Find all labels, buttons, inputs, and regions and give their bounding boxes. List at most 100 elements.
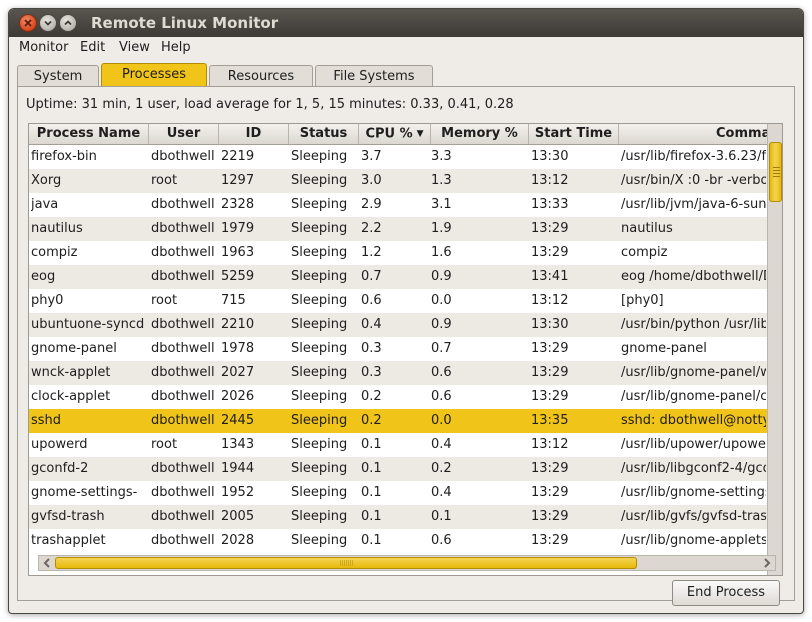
cell-process-name: sshd: [31, 413, 62, 428]
column-header-command[interactable]: Command: [619, 124, 769, 144]
column-header-user[interactable]: User: [149, 124, 219, 144]
table-row[interactable]: wnck-applet dbothwell 2027 Sleeping 0.3 0.6 13…: [29, 361, 767, 385]
table-row[interactable]: eog dbothwell 5259 Sleeping 0.7 0.9 13:41 eog /…: [29, 265, 767, 289]
cell-command: eog /home/dbothwell/D: [621, 269, 766, 284]
cell-status: Sleeping: [291, 461, 348, 476]
table-row[interactable]: upowerd root 1343 Sleeping 0.1 0.4 13:12/usr/l…: [29, 433, 767, 457]
cell-cpu: 0.1: [361, 437, 382, 452]
column-header-label: ID: [245, 126, 262, 141]
table-row[interactable]: compiz dbothwell 1963 Sleeping 1.2 1.6 13:29 co…: [29, 241, 767, 265]
cell-process-name: Xorg: [31, 173, 62, 188]
tab-system[interactable]: System: [17, 65, 99, 88]
cell-memory: 0.1: [431, 509, 452, 524]
end-process-button[interactable]: End Process: [672, 580, 780, 606]
cell-status: Sleeping: [291, 149, 348, 164]
minimize-window-button[interactable]: [39, 14, 57, 32]
menu-edit[interactable]: Edit: [80, 40, 105, 55]
cell-status: Sleeping: [291, 173, 348, 188]
table-row[interactable]: ubuntuone-syncd dbothwell 2210 Sleeping 0.4 0…: [29, 313, 767, 337]
table-header: Process Name User ID Status CPU % ▼ Memor…: [29, 124, 769, 145]
app-window: Remote Linux Monitor Monitor Edit View H…: [8, 8, 804, 614]
cell-cpu: 0.1: [361, 461, 382, 476]
column-header-label: User: [166, 126, 201, 141]
column-header-cpu[interactable]: CPU % ▼: [359, 124, 431, 144]
cell-cpu: 0.1: [361, 533, 382, 548]
cell-command: nautilus: [621, 221, 673, 236]
horizontal-scrollbar-thumb[interactable]: [55, 557, 637, 569]
cell-user: dbothwell: [151, 485, 215, 500]
cell-command: gnome-panel: [621, 341, 707, 356]
table-row[interactable]: phy0 root 715 Sleeping 0.6 0.0 13:12 [phy0]: [29, 289, 767, 313]
table-row[interactable]: trashapplet dbothwell 2028 Sleeping 0.1 0.6 13…: [29, 529, 767, 553]
column-header-status[interactable]: Status: [289, 124, 359, 144]
cell-start-time: 13:29: [531, 461, 569, 476]
cell-id: 5259: [221, 269, 255, 284]
cell-cpu: 0.1: [361, 509, 382, 524]
cell-process-name: trashapplet: [31, 533, 106, 548]
cell-id: 1343: [221, 437, 255, 452]
cell-process-name: clock-applet: [31, 389, 111, 404]
table-row[interactable]: gnome-settings-dbothwell 1952 Sleeping 0.1 0…: [29, 481, 767, 505]
scroll-right-icon[interactable]: [760, 556, 774, 570]
cell-user: dbothwell: [151, 509, 215, 524]
cell-start-time: 13:29: [531, 485, 569, 500]
column-header-label: Process Name: [36, 126, 141, 141]
cell-id: 1979: [221, 221, 255, 236]
maximize-window-button[interactable]: [59, 14, 77, 32]
vertical-scrollbar[interactable]: [767, 124, 782, 575]
cell-process-name: wnck-applet: [31, 365, 111, 380]
horizontal-scrollbar[interactable]: [38, 555, 776, 571]
scroll-left-icon[interactable]: [40, 556, 54, 570]
menu-monitor[interactable]: Monitor: [19, 40, 68, 55]
table-row[interactable]: firefox-bin dbothwell 2219 Sleeping 3.7 3.3 13…: [29, 145, 767, 169]
table-row[interactable]: nautilus dbothwell 1979 Sleeping 2.2 1.9 13:29…: [29, 217, 767, 241]
menu-bar: Monitor Edit View Help: [9, 37, 803, 59]
tab-processes[interactable]: Processes: [101, 63, 207, 88]
tab-file-systems[interactable]: File Systems: [315, 65, 433, 88]
table-row[interactable]: gvfsd-trash dbothwell 2005 Sleeping 0.1 0.1 13…: [29, 505, 767, 529]
cell-cpu: 3.0: [361, 173, 382, 188]
menu-view[interactable]: View: [119, 40, 150, 55]
cell-user: dbothwell: [151, 413, 215, 428]
close-window-button[interactable]: [19, 14, 37, 32]
tab-resources[interactable]: Resources: [209, 65, 313, 88]
cell-id: 1952: [221, 485, 255, 500]
column-header-memory[interactable]: Memory %: [431, 124, 529, 144]
cell-cpu: 0.2: [361, 389, 382, 404]
table-row[interactable]: sshd dbothwell 2445 Sleeping 0.2 0.0 13:35 sshd…: [29, 409, 767, 433]
cell-user: dbothwell: [151, 149, 215, 164]
column-header-label: Status: [299, 126, 348, 141]
cell-user: root: [151, 293, 178, 308]
menu-help[interactable]: Help: [161, 40, 191, 55]
cell-process-name: java: [31, 197, 59, 212]
cell-command: /usr/lib/firefox-3.6.23/fir: [621, 149, 766, 164]
cell-start-time: 13:29: [531, 221, 569, 236]
cell-cpu: 3.7: [361, 149, 382, 164]
cell-memory: 1.6: [431, 245, 452, 260]
cell-start-time: 13:12: [531, 293, 569, 308]
column-header-id[interactable]: ID: [219, 124, 289, 144]
cell-id: 1978: [221, 341, 255, 356]
table-row[interactable]: Xorg root 1297 Sleeping 3.0 1.3 13:12/usr/bin/…: [29, 169, 767, 193]
vertical-scrollbar-thumb[interactable]: [769, 142, 782, 202]
table-row[interactable]: gnome-panel dbothwell 1978 Sleeping 0.3 0.7 13…: [29, 337, 767, 361]
column-header-process-name[interactable]: Process Name: [29, 124, 149, 144]
table-row[interactable]: clock-applet dbothwell 2026 Sleeping 0.2 0.6 1…: [29, 385, 767, 409]
table-row[interactable]: java dbothwell 2328 Sleeping 2.9 3.1 13:33/usr…: [29, 193, 767, 217]
cell-start-time: 13:33: [531, 197, 569, 212]
cell-process-name: ubuntuone-syncd: [31, 317, 145, 332]
cell-id: 2219: [221, 149, 255, 164]
cell-cpu: 0.3: [361, 341, 382, 356]
cell-id: 1963: [221, 245, 255, 260]
uptime-label: Uptime: 31 min, 1 user, load average for…: [26, 97, 514, 112]
cell-status: Sleeping: [291, 413, 348, 428]
cell-id: 1944: [221, 461, 255, 476]
cell-command: /usr/lib/gnome-panel/w: [621, 365, 766, 380]
column-header-start-time[interactable]: Start Time: [529, 124, 619, 144]
cell-memory: 0.4: [431, 485, 452, 500]
cell-status: Sleeping: [291, 341, 348, 356]
cell-cpu: 0.6: [361, 293, 382, 308]
table-row[interactable]: gconfd-2 dbothwell 1944 Sleeping 0.1 0.2 13:29…: [29, 457, 767, 481]
cell-command: /usr/lib/gnome-panel/cl: [621, 389, 766, 404]
cell-user: dbothwell: [151, 197, 215, 212]
